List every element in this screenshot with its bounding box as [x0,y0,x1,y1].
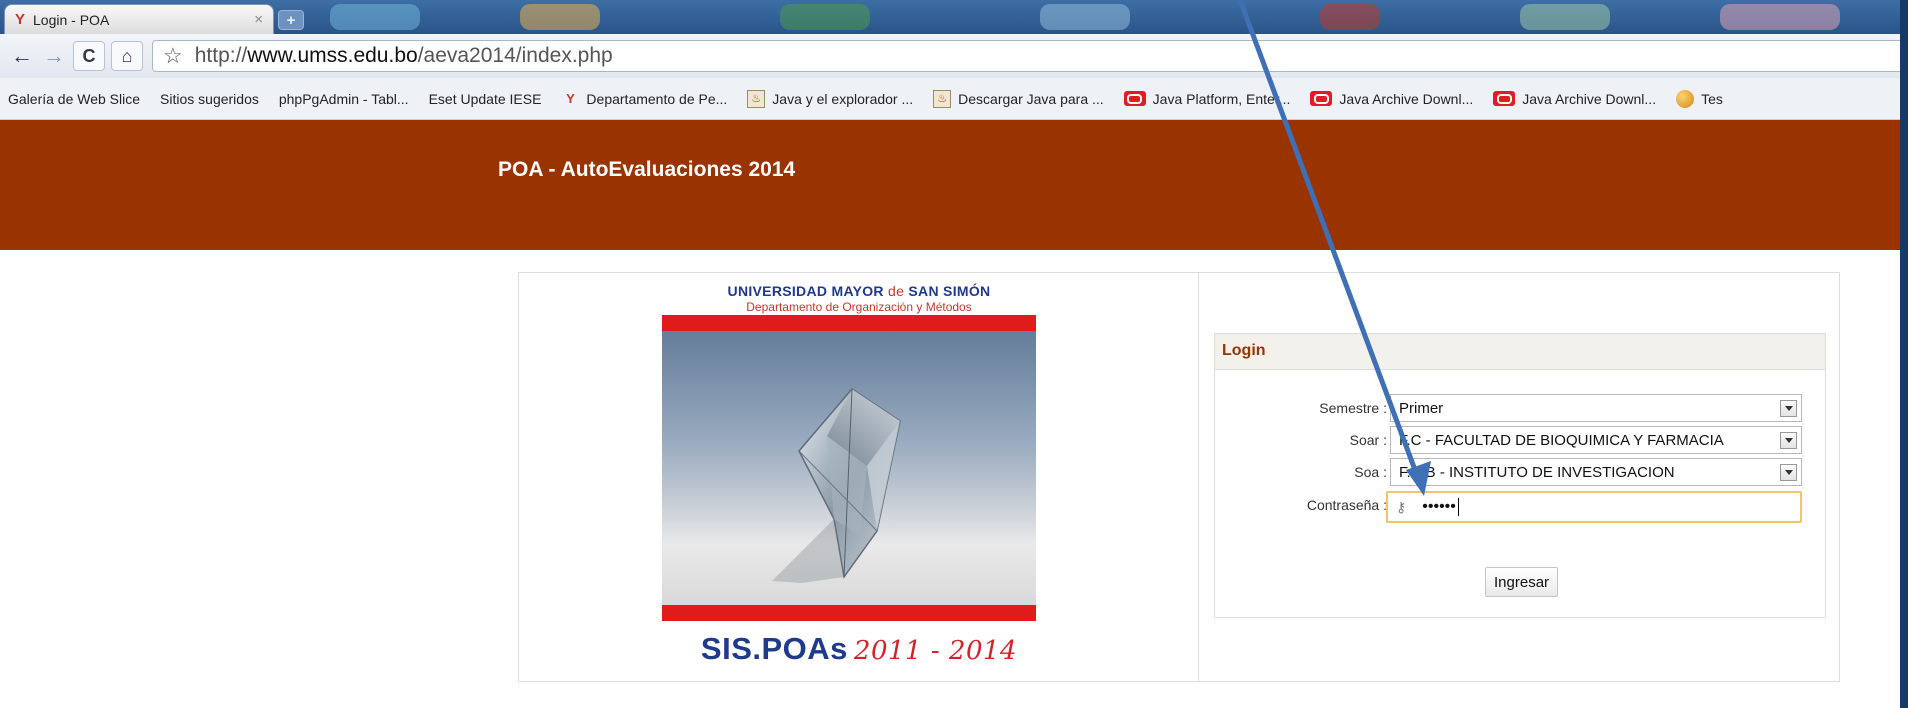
bookmark-item[interactable]: Sitios sugeridos [160,91,259,107]
logo-panel: UNIVERSIDAD MAYOR de SAN SIMÓN Departame… [519,273,1199,681]
bookmark-item[interactable]: Y Departamento de Pe... [561,90,727,108]
bookmark-label: Java Archive Downl... [1339,90,1474,107]
password-mask: •••••• [1422,498,1456,515]
crystal-sculpture-graphic [772,388,901,583]
java-icon: ♨ [933,89,952,108]
password-row: Contraseña : ⚷ •••••• [1215,491,1827,523]
content-box: UNIVERSIDAD MAYOR de SAN SIMÓN Departame… [518,272,1840,682]
bookmark-label: Descargar Java para ... [958,90,1104,107]
close-tab-icon[interactable]: × [254,11,263,28]
background-decoration [1320,4,1380,30]
soa-row: Soa : F.C.B - INSTITUTO DE INVESTIGACION [1215,458,1827,488]
site-header: POA - AutoEvaluaciones 2014 [0,120,1908,250]
bookmark-item[interactable]: phpPgAdmin - Tabl... [279,91,409,107]
bookmark-label: Departamento de Pe... [586,90,728,107]
bookmark-item[interactable]: Java Platform, Enter... [1123,90,1291,107]
university-name-part1: UNIVERSIDAD MAYOR [727,283,884,299]
login-heading: Login [1215,334,1825,370]
bookmark-label: Eset Update IESE [428,90,542,107]
product-name: SIS.POAs 2011 - 2014 [519,631,1199,667]
slide-frame-right [1900,0,1908,708]
bookmark-item[interactable]: ♨ Java y el explorador ... [747,89,914,108]
new-tab-button[interactable]: + [278,10,304,30]
umss-favicon-icon: Y [15,11,26,28]
bookmarks-bar: Galería de Web Slice Sitios sugeridos phpP… [0,78,1908,120]
dropdown-arrow-icon[interactable] [1780,464,1797,481]
bookmark-item[interactable]: Java Archive Downl... [1310,91,1473,107]
soa-label: Soa : [1354,464,1387,480]
text-cursor [1457,498,1459,516]
university-name-de: de [888,283,905,299]
ingresar-button[interactable]: Ingresar [1485,567,1559,597]
product-title: SIS.POAs [700,631,848,666]
bookmark-star-icon[interactable]: ☆ [163,43,183,69]
url-domain: www.umss.edu.bo [247,44,418,67]
reload-button[interactable]: C [73,41,105,71]
site-title: POA - AutoEvaluaciones 2014 [498,158,796,181]
java-icon: ♨ [747,89,766,108]
web-page: POA - AutoEvaluaciones 2014 UNIVERSIDAD … [0,120,1908,708]
bookmark-item[interactable]: Tes [1676,89,1723,108]
tab-title: Login - POA [33,11,110,28]
bookmark-item[interactable]: Galería de Web Slice [8,91,140,107]
soar-select[interactable]: F.C - FACULTAD DE BIOQUIMICA Y FARMACIA [1390,426,1802,454]
key-icon: ⚷ [1396,498,1407,515]
login-panel: Login Semestre : Primer Soar : F.C - FAC… [1214,333,1826,618]
product-years: 2011 - 2014 [853,636,1018,666]
globe-icon [1676,89,1695,108]
browser-toolbar: ← → C ⌂ ☆ http:// www.umss.edu.bo /aeva2… [0,34,1908,78]
home-button[interactable]: ⌂ [111,41,143,71]
semestre-select[interactable]: Primer [1390,394,1802,422]
soa-value: F.C.B - INSTITUTO DE INVESTIGACION [1399,464,1675,481]
background-decoration [1040,4,1130,30]
oracle-icon [1493,91,1516,106]
bookmark-label: phpPgAdmin - Tabl... [278,90,409,107]
bookmark-label: Java y el explorador ... [772,90,914,107]
university-name: UNIVERSIDAD MAYOR de SAN SIMÓN [519,283,1199,299]
url-prefix: http:// [194,44,248,67]
dropdown-arrow-icon[interactable] [1780,400,1797,417]
soar-value: F.C - FACULTAD DE BIOQUIMICA Y FARMACIA [1399,432,1724,449]
background-decoration [780,4,870,30]
url-path: /aeva2014/index.php [417,44,613,67]
bookmark-label: Tes [1701,90,1723,107]
bookmark-label: Sitios sugeridos [160,90,259,107]
bookmark-item[interactable]: Java Archive Downl... [1493,91,1656,107]
password-label: Contraseña : [1306,497,1387,513]
bookmark-item[interactable]: ♨ Descargar Java para ... [933,89,1104,108]
background-decoration [1720,4,1840,30]
browser-tab-login-poa[interactable]: Y Login - POA × [4,4,274,34]
bookmark-item[interactable]: Eset Update IESE [429,91,542,107]
oracle-icon [1310,91,1333,106]
soar-row: Soar : F.C - FACULTAD DE BIOQUIMICA Y FA… [1215,426,1827,456]
umss-icon: Y [566,91,575,106]
university-name-part2: SAN SIMÓN [908,283,991,299]
bookmark-label: Java Platform, Enter... [1152,90,1291,107]
back-button[interactable]: ← [6,41,38,71]
semestre-row: Semestre : Primer [1215,394,1827,424]
soar-label: Soar : [1349,432,1387,448]
crystal-sculpture-image [662,315,1036,621]
oracle-icon [1123,91,1146,106]
semestre-label: Semestre : [1319,400,1387,416]
semestre-value: Primer [1399,400,1444,417]
soa-select[interactable]: F.C.B - INSTITUTO DE INVESTIGACION [1390,458,1802,486]
dropdown-arrow-icon[interactable] [1780,432,1797,449]
forward-button[interactable]: → [38,41,70,71]
password-input[interactable]: ⚷ •••••• [1386,491,1802,523]
browser-tabstrip: Y Login - POA × + [0,0,1908,34]
bookmark-label: Galería de Web Slice [8,90,141,107]
background-decoration [330,4,420,30]
background-decoration [520,4,600,30]
bookmark-label: Java Archive Downl... [1522,90,1657,107]
background-decoration [1520,4,1610,30]
department-name: Departamento de Organización y Métodos [746,300,972,314]
address-bar[interactable]: ☆ http:// www.umss.edu.bo /aeva2014/inde… [152,40,1908,72]
